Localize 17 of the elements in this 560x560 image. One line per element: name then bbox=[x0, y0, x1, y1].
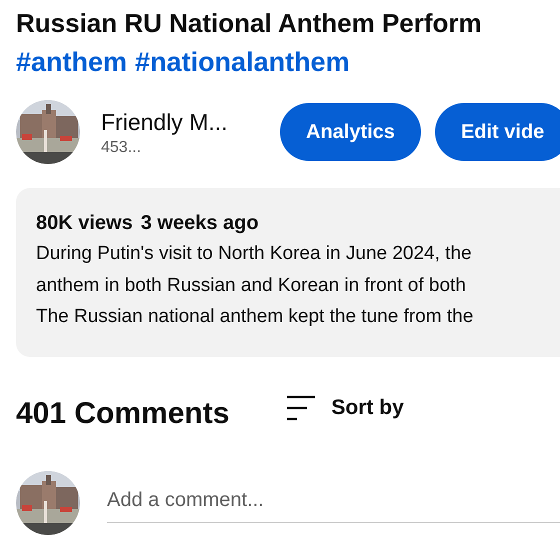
description-text: During Putin's visit to North Korea in June 2024, the bbox=[36, 242, 473, 266]
view-count: 80K views bbox=[36, 211, 133, 236]
description-panel[interactable]: 80K views 3 weeks ago During Putin's visit to North Korea in June 2024, the anthem in both Russian and Korean in front of both The Russian national anthem kept the tune from the bbox=[16, 188, 560, 356]
analytics-button[interactable]: Analytics bbox=[280, 103, 421, 161]
channel-name[interactable]: Friendly M... bbox=[101, 107, 261, 137]
description-text: anthem in both Russian and Korean in front of both bbox=[36, 274, 467, 298]
comment-input[interactable]: Add a comment... bbox=[107, 482, 560, 522]
edit-video-button[interactable]: Edit vide bbox=[434, 103, 560, 161]
hashtag-link[interactable]: #anthem bbox=[16, 44, 128, 80]
upload-date: 3 weeks ago bbox=[140, 211, 259, 236]
subscriber-count: 453... bbox=[101, 139, 142, 157]
sort-icon bbox=[285, 394, 318, 420]
video-title: Russian RU National Anthem Perform bbox=[16, 7, 483, 40]
comment-count: 401 Comments bbox=[16, 396, 230, 430]
description-text: The Russian national anthem kept the tune from the bbox=[36, 305, 474, 329]
hashtag-link[interactable]: #nationalanthem bbox=[135, 44, 350, 80]
sort-button[interactable]: Sort by bbox=[285, 394, 404, 420]
